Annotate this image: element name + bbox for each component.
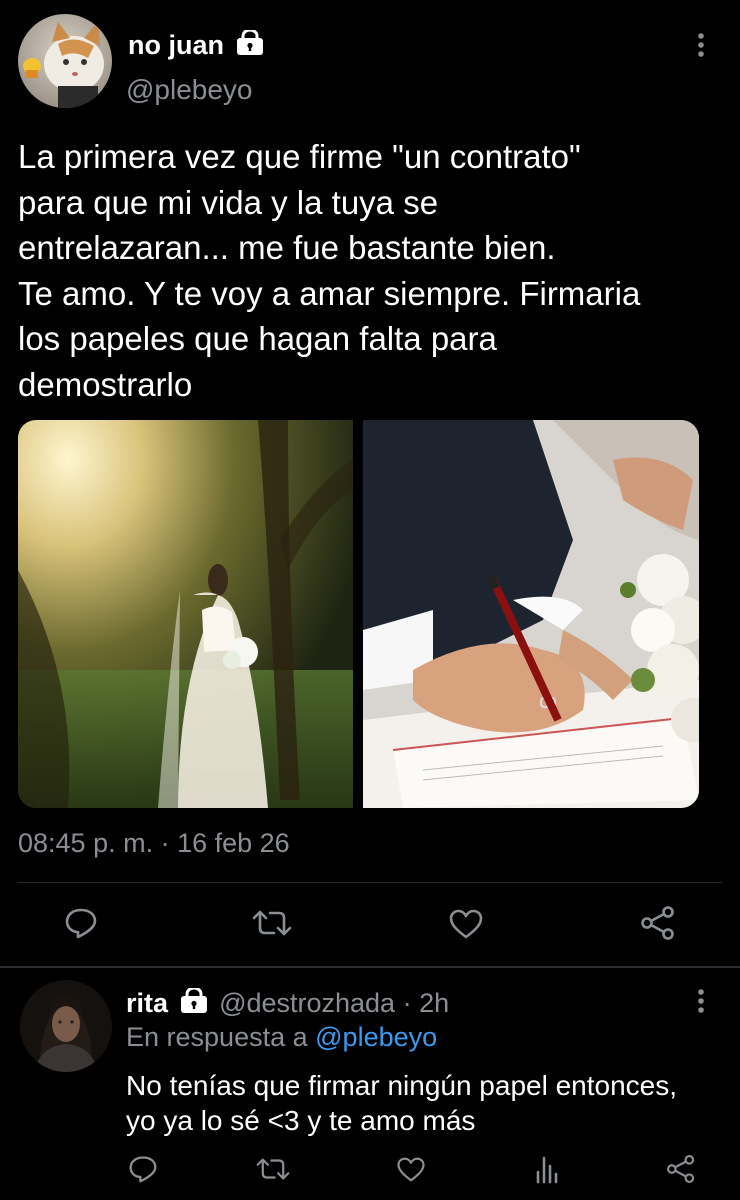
tweet-text-line: demostrarlo [18,365,193,403]
reply-text-line: yo ya lo sé <3 y te amo más [126,1105,476,1136]
retweet-icon[interactable] [256,1156,290,1182]
heart-icon[interactable] [396,1156,426,1183]
reply-text-line: No tenías que firmar ningún papel entonc… [126,1070,678,1101]
tweet-timestamp[interactable]: 08:45 p. m. · 16 feb 26 [18,828,290,859]
author-handle[interactable]: @plebeyo [126,74,253,106]
tweet-text-line: los papeles que hagan falta para [18,320,497,357]
tweet-text-line: La primera vez que firme "un contrato" [18,138,581,175]
tweet-text: La primera vez que firme "un contrato" p… [18,134,733,407]
in-reply-to-prefix: En respuesta a [126,1022,308,1052]
tweet-text-line: entrelazaran... me fue bastante bien. [18,229,556,266]
signing-photo[interactable] [363,420,699,808]
more-vertical-icon[interactable] [690,32,712,58]
in-reply-to-handle[interactable]: @plebeyo [315,1022,437,1052]
in-reply-to: En respuesta a @plebeyo [126,1022,437,1053]
tweet-text-line: Te amo. Y te voy a amar siempre. Firmari… [18,274,641,312]
comment-icon[interactable] [128,1154,158,1184]
author-display-name[interactable]: no juan [128,30,224,60]
reply-header: rita @destrozhada · 2h [126,986,449,1020]
tweet-media[interactable] [18,420,699,808]
lock-icon [236,28,264,64]
section-divider [0,966,740,968]
author-avatar[interactable] [18,14,112,108]
author-name[interactable]: no juan [128,28,264,62]
analytics-icon[interactable] [534,1154,560,1184]
retweet-icon[interactable] [252,908,292,938]
lock-icon [180,986,208,1022]
tweet-divider [18,882,722,883]
tweet-text-line: para que mi vida y la tuya se [18,183,439,221]
bride-photo[interactable] [18,420,353,808]
reply-time[interactable]: · 2h [403,988,450,1018]
more-vertical-icon[interactable] [690,988,712,1014]
heart-icon[interactable] [448,908,484,940]
reply-avatar[interactable] [20,980,112,1072]
comment-icon[interactable] [64,906,98,940]
reply-handle[interactable]: @destrozhada [219,988,395,1018]
reply-text: No tenías que firmar ningún papel entonc… [126,1068,677,1138]
share-icon[interactable] [666,1154,696,1184]
reply-display-name[interactable]: rita [126,988,168,1018]
share-icon[interactable] [640,906,676,940]
